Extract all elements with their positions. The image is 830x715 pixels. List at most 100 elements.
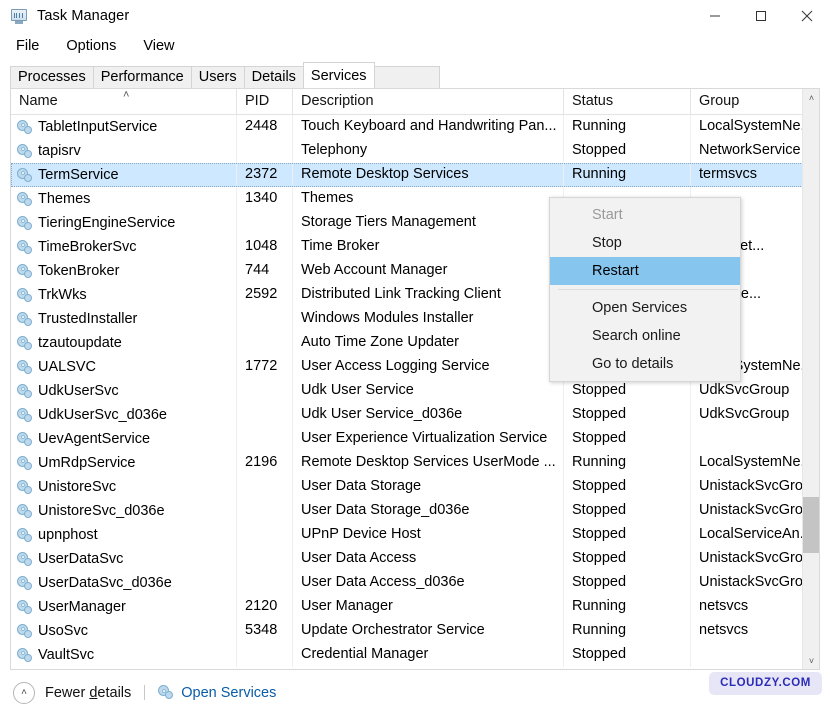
cell-name: TermService (11, 163, 237, 187)
service-name-label: TermService (38, 166, 119, 183)
table-row[interactable]: UevAgentService User Experience Virtualiz… (11, 427, 819, 451)
minimize-button[interactable] (692, 0, 738, 32)
context-menu-item-search-online[interactable]: Search online (550, 322, 740, 350)
cell-status: Stopped (564, 379, 691, 403)
context-menu-item-start: Start (592, 207, 623, 223)
cell-pid (237, 139, 293, 163)
cell-status: Running (564, 619, 691, 643)
context-menu-item-restart[interactable]: Restart (550, 257, 740, 285)
service-gear-icon (17, 311, 33, 327)
context-menu-item-stop[interactable]: Stop (550, 229, 740, 257)
service-name-label: tzautoupdate (38, 334, 122, 351)
cell-description: User Data Access_d036e (293, 571, 564, 595)
open-services-link[interactable]: Open Services (181, 685, 276, 701)
cell-name: TabletInputService (11, 115, 237, 139)
table-row[interactable]: UserDataSvc_d036e User Data Access_d036e S… (11, 571, 819, 595)
table-row[interactable]: UsoSvc 5348 Update Orchestrator Service Run… (11, 619, 819, 643)
service-gear-icon (17, 359, 33, 375)
cell-name: UserDataSvc (11, 547, 237, 571)
tab-performance[interactable]: Performance (92, 66, 192, 88)
table-row[interactable]: UserDataSvc User Data Access Stopped Unista… (11, 547, 819, 571)
service-name-label: UnistoreSvc (38, 478, 117, 495)
service-gear-icon (17, 167, 33, 183)
service-name-label: UserDataSvc (38, 550, 124, 567)
table-row[interactable]: TabletInputService 2448 Touch Keyboard and… (11, 115, 819, 139)
service-gear-icon (17, 215, 33, 231)
cell-description: Udk User Service_d036e (293, 403, 564, 427)
cell-pid: 2120 (237, 595, 293, 619)
menu-options[interactable]: Options (64, 37, 118, 55)
table-row[interactable]: UnistoreSvc User Data Storage Stopped Unist… (11, 475, 819, 499)
service-gear-icon (17, 503, 33, 519)
window-title: Task Manager (37, 8, 130, 24)
menu-file[interactable]: File (14, 37, 41, 55)
maximize-button[interactable] (738, 0, 784, 32)
column-header-group[interactable]: Group (691, 89, 803, 115)
service-gear-icon (17, 335, 33, 351)
tab-users[interactable]: Users (190, 66, 245, 88)
cell-description: Udk User Service (293, 379, 564, 403)
service-gear-icon (17, 407, 33, 423)
cell-description: Remote Desktop Services (293, 163, 564, 187)
cell-status: Stopped (564, 571, 691, 595)
status-bar-divider (144, 685, 146, 700)
fewer-details-button[interactable]: Fewer details (45, 685, 131, 701)
cell-name: VaultSvc (11, 643, 237, 667)
column-header-name[interactable]: Name ˄ (11, 89, 237, 115)
tab-processes[interactable]: Processes (10, 66, 94, 88)
table-row[interactable]: UserManager 2120 User Manager Running netsvc… (11, 595, 819, 619)
cell-pid: 1340 (237, 187, 293, 211)
cell-pid: 2592 (237, 283, 293, 307)
service-name-label: tapisrv (38, 142, 81, 159)
table-row[interactable]: UdkUserSvc Udk User Service Stopped UdkSvcG… (11, 379, 819, 403)
tab-services[interactable]: Services (302, 62, 375, 88)
service-gear-icon (17, 263, 33, 279)
column-header-pid[interactable]: PID (237, 89, 293, 115)
scroll-up-arrow-icon[interactable]: ˄ (803, 89, 819, 106)
cell-group: LocalSystemNe... (699, 454, 803, 470)
table-row[interactable]: upnphost UPnP Device Host Stopped LocalServ… (11, 523, 819, 547)
service-name-label: UserDataSvc_d036e (38, 574, 172, 591)
scroll-down-arrow-icon[interactable]: ˅ (803, 652, 819, 669)
service-name-label: UdkUserSvc (38, 382, 119, 399)
cell-status: Running (564, 163, 691, 187)
close-button[interactable] (784, 0, 830, 32)
service-name-label: UsoSvc (38, 622, 88, 639)
table-row[interactable]: tapisrv Telephony Stopped NetworkService (11, 139, 819, 163)
cell-group: UdkSvcGroup (699, 382, 790, 398)
cell-description: User Data Storage_d036e (293, 499, 564, 523)
cell-description: User Access Logging Service (293, 355, 564, 379)
service-gear-icon (17, 575, 33, 591)
cell-pid (237, 211, 293, 235)
cell-group: netsvcs (699, 598, 749, 614)
cell-description: Telephony (293, 139, 564, 163)
context-menu-item-go-to-details[interactable]: Go to details (550, 350, 740, 378)
cell-status: Stopped (564, 523, 691, 547)
context-menu-item-open-services[interactable]: Open Services (550, 294, 740, 322)
context-menu-separator (558, 289, 738, 290)
cell-description: User Data Access (293, 547, 564, 571)
column-header-status[interactable]: Status (564, 89, 691, 115)
cell-group: LocalSystemNe... (699, 118, 803, 134)
tab-details[interactable]: Details (243, 66, 304, 88)
chevron-up-icon[interactable]: ˄ (13, 681, 35, 704)
menu-view[interactable]: View (141, 37, 176, 55)
service-gear-icon (17, 551, 33, 567)
service-name-label: UnistoreSvc_d036e (38, 502, 165, 519)
scrollbar-thumb[interactable] (803, 497, 819, 553)
column-header-description[interactable]: Description (293, 89, 564, 115)
table-row[interactable]: UdkUserSvc_d036e Udk User Service_d036e St… (11, 403, 819, 427)
table-row[interactable]: VaultSvc Credential Manager Stopped (11, 643, 819, 667)
cell-group: NetworkService (699, 142, 801, 158)
gear-icon (158, 685, 174, 700)
cell-group: LocalServiceAn... (699, 526, 803, 542)
service-context-menu: Start Stop Restart Open Services Search onli… (549, 197, 741, 382)
table-row[interactable]: UmRdpService 2196 Remote Desktop Services … (11, 451, 819, 475)
vertical-scrollbar[interactable]: ˄ ˅ (802, 89, 819, 669)
cell-name: tzautoupdate (11, 331, 237, 355)
table-row[interactable]: TermService 2372 Remote Desktop Services Ru… (11, 163, 819, 187)
cell-pid (237, 499, 293, 523)
table-row[interactable]: UnistoreSvc_d036e User Data Storage_d036e… (11, 499, 819, 523)
cell-name: TrkWks (11, 283, 237, 307)
watermark-badge: CLOUDZY.COM (709, 672, 822, 695)
